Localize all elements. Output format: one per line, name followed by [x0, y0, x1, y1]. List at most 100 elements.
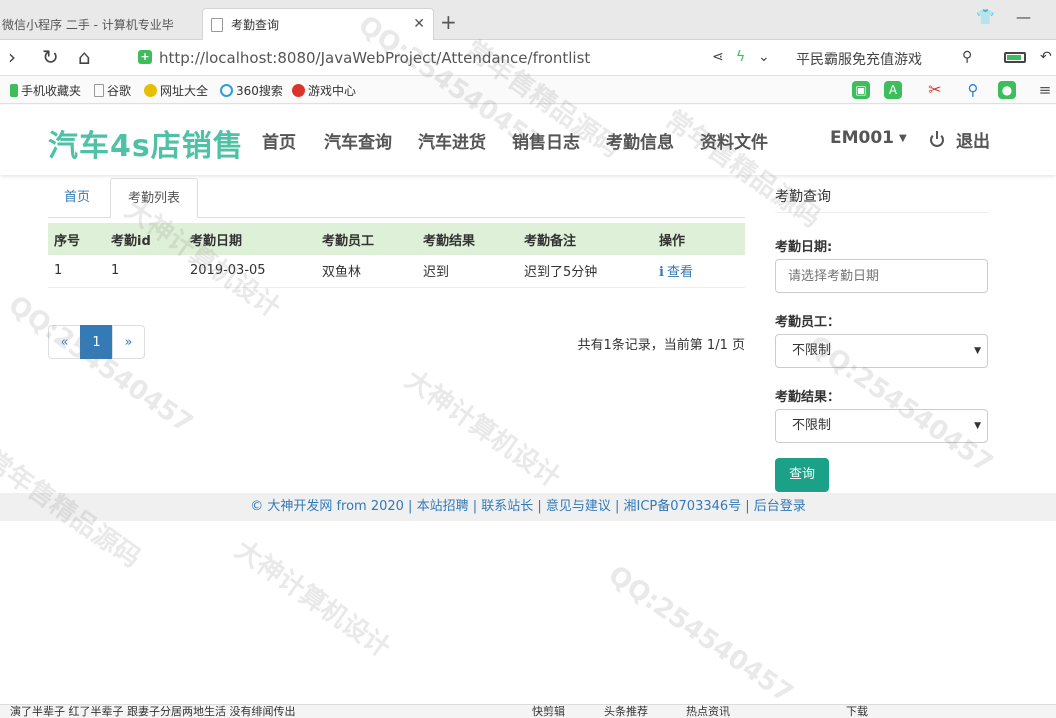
attendance-table: 序号 考勤id 考勤日期 考勤员工 考勤结果 考勤备注 操作 1 1 2019-…	[48, 223, 745, 288]
page-1-button[interactable]: 1	[80, 325, 113, 359]
col-header-remark: 考勤备注	[518, 223, 653, 255]
portal-icon	[144, 84, 157, 97]
site-footer[interactable]: © 大神开发网 from 2020 | 本站招聘 | 联系站长 | 意见与建议 …	[0, 493, 1056, 521]
divider	[775, 212, 989, 213]
watermark: QQ:254540457	[2, 290, 199, 440]
search-panel-title: 考勤查询	[775, 189, 831, 205]
site-logo[interactable]: 汽车4s店销售	[48, 121, 244, 165]
col-header-date: 考勤日期	[184, 223, 316, 255]
cell-result: 迟到	[417, 255, 518, 288]
view-label: 查看	[666, 265, 693, 281]
url-path: :8080/JavaWebProject/Attendance/frontlis…	[272, 49, 591, 67]
date-label: 考勤日期:	[775, 240, 833, 255]
tab-title: 考勤查询	[231, 18, 280, 32]
close-icon[interactable]: ✕	[413, 16, 425, 32]
bookmark-label: 游戏中心	[308, 84, 357, 98]
employee-select[interactable]: 不限制 ▼	[775, 334, 988, 368]
game-icon	[292, 84, 305, 97]
page-icon	[211, 17, 223, 32]
search-icon[interactable]: ⚲	[962, 49, 972, 65]
caret-down-icon: ▼	[899, 132, 907, 144]
refresh-icon[interactable]: ↻	[42, 45, 59, 69]
nav-car-search[interactable]: 汽车查询	[324, 128, 392, 153]
undo-icon[interactable]: ↶	[1040, 49, 1052, 65]
power-icon	[930, 130, 944, 147]
url-field[interactable]: http://localhost:8080/JavaWebProject/Att…	[159, 49, 590, 67]
logout-label: 退出	[956, 132, 990, 152]
gamepad-icon[interactable]: ●	[998, 81, 1016, 99]
next-page-button[interactable]: »	[112, 325, 145, 359]
col-header-no: 序号	[48, 223, 105, 255]
nav-files[interactable]: 资料文件	[700, 128, 768, 153]
employee-label: 考勤员工：	[775, 315, 841, 330]
360-search-icon	[220, 84, 233, 97]
bookmark-label: 谷歌	[107, 84, 132, 98]
result-label: 考勤结果：	[775, 390, 841, 405]
prev-page-button[interactable]: «	[48, 325, 81, 359]
cell-no: 1	[48, 255, 105, 288]
status-news[interactable]: 演了半辈子 红了半辈子 跟妻子分居两地生活 没有绯闻传出	[10, 705, 296, 718]
nav-attendance[interactable]: 考勤信息	[606, 128, 674, 153]
chevron-down-icon[interactable]: ⌄	[758, 49, 770, 65]
bookmark-portal[interactable]: 网址大全	[144, 82, 208, 99]
status-item[interactable]: 热点资讯	[686, 705, 730, 718]
bookmark-google[interactable]: 谷歌	[94, 82, 131, 99]
cell-id: 1	[105, 255, 184, 288]
view-link[interactable]: i 查看	[659, 265, 693, 280]
col-header-id: 考勤id	[105, 223, 184, 255]
bookmark-games[interactable]: 游戏中心	[292, 82, 356, 99]
tab-attendance-list[interactable]: 考勤列表	[110, 178, 198, 218]
nav-home[interactable]: 首页	[262, 128, 296, 153]
lightning-icon[interactable]: ϟ	[736, 49, 745, 65]
scissors-icon[interactable]: ✂	[926, 81, 944, 99]
bookmark-mobile[interactable]: 手机收藏夹	[10, 82, 81, 99]
nav-car-purchase[interactable]: 汽车进货	[418, 128, 486, 153]
menu-icon[interactable]: ≡	[1036, 81, 1054, 99]
chevron-down-icon: ▼	[974, 346, 981, 356]
date-input[interactable]	[775, 259, 988, 293]
forward-icon[interactable]: ›	[8, 45, 16, 69]
cell-date: 2019-03-05	[184, 255, 316, 288]
bookmark-label: 手机收藏夹	[21, 84, 82, 98]
cell-employee: 双鱼林	[316, 255, 417, 288]
browser-tab-inactive[interactable]: 微信小程序 二手 - 计算机专业毕	[0, 8, 200, 40]
shirt-icon[interactable]: 👕	[976, 8, 995, 26]
breadcrumb-tabs: 首页 考勤列表	[48, 178, 745, 218]
browser-tab-active[interactable]: 考勤查询 ✕	[202, 8, 434, 40]
status-item[interactable]: 下载	[846, 705, 868, 718]
cell-remark: 迟到了5分钟	[518, 255, 653, 288]
bookmark-label: 网址大全	[160, 84, 209, 98]
status-item[interactable]: 快剪辑	[532, 705, 565, 718]
browser-tab-bar: 微信小程序 二手 - 计算机专业毕 考勤查询 ✕ + 👕 —	[0, 0, 1056, 40]
result-select[interactable]: 不限制 ▼	[775, 409, 988, 443]
user-menu[interactable]: EM001 ▼	[830, 128, 907, 148]
share-icon[interactable]: ⋖	[712, 49, 724, 65]
new-tab-icon[interactable]: +	[440, 10, 457, 34]
chevron-down-icon: ▼	[974, 421, 981, 431]
table-header-row: 序号 考勤id 考勤日期 考勤员工 考勤结果 考勤备注 操作	[48, 223, 745, 255]
col-header-result: 考勤结果	[417, 223, 518, 255]
tab-title: 微信小程序 二手 - 计算机专业毕	[2, 17, 174, 32]
minimize-icon[interactable]: —	[1016, 8, 1031, 26]
status-item[interactable]: 头条推荐	[604, 705, 648, 718]
col-header-action: 操作	[653, 223, 745, 255]
search-ext-icon[interactable]: ⚲	[964, 81, 982, 99]
query-button[interactable]: 查询	[775, 458, 829, 492]
home-icon[interactable]: ⌂	[78, 45, 91, 69]
translate-ext-icon[interactable]: A	[884, 81, 902, 99]
logout-button[interactable]: 退出	[930, 127, 990, 152]
col-header-employee: 考勤员工	[316, 223, 417, 255]
watermark: 大神计算机设计	[399, 364, 566, 494]
nav-sales-log[interactable]: 销售日志	[512, 128, 580, 153]
pagination: « 1 »	[48, 325, 145, 359]
table-row: 1 1 2019-03-05 双鱼林 迟到 迟到了5分钟 i 查看	[48, 255, 745, 288]
watermark: 大神计算机设计	[229, 534, 396, 664]
addr-promo[interactable]: 平民霸服免充值游戏	[796, 49, 922, 69]
url-host: http://localhost	[159, 49, 273, 67]
chat-ext-icon[interactable]: ▣	[852, 81, 870, 99]
page-icon	[94, 84, 104, 97]
bookmark-label: 360搜索	[236, 84, 283, 98]
tab-home[interactable]: 首页	[64, 178, 90, 218]
bookmark-360search[interactable]: 360搜索	[220, 82, 283, 99]
secure-shield-icon: +	[138, 50, 152, 64]
